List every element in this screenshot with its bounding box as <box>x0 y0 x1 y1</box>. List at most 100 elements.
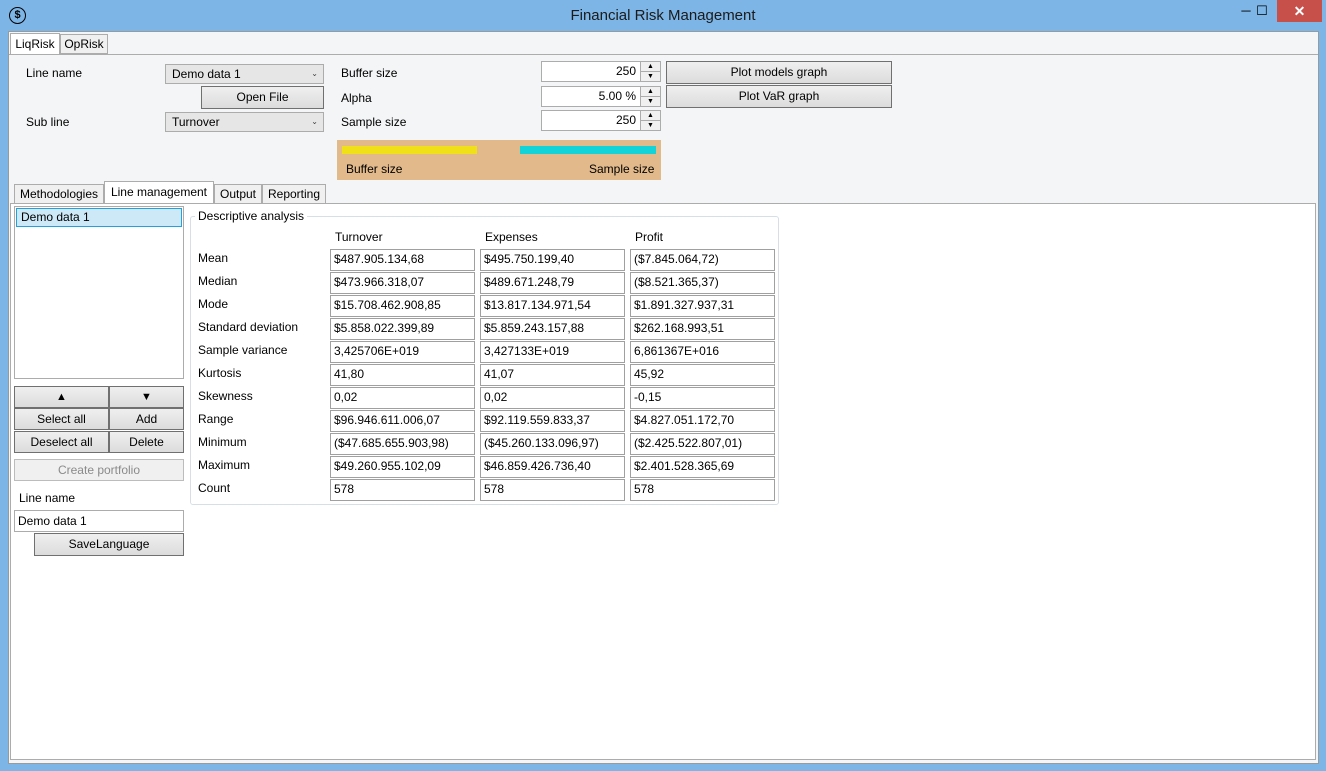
value-cell[interactable]: 41,07 <box>480 364 625 386</box>
row-label: Range <box>198 412 234 426</box>
value-cell[interactable]: 3,427133E+019 <box>480 341 625 363</box>
value-cell[interactable]: ($47.685.655.903,98) <box>330 433 475 455</box>
value-cell[interactable]: $4.827.051.172,70 <box>630 410 775 432</box>
value-cell[interactable]: ($2.425.522.807,01) <box>630 433 775 455</box>
line-listbox[interactable] <box>14 206 184 379</box>
value-cell[interactable]: 0,02 <box>330 387 475 409</box>
value-cell[interactable]: ($7.845.064,72) <box>630 249 775 271</box>
tab-line-management[interactable]: Line management <box>104 181 214 204</box>
buffer-size-label: Buffer size <box>341 66 398 80</box>
add-button[interactable]: Add <box>109 408 184 430</box>
save-language-button[interactable]: SaveLanguage <box>34 533 184 556</box>
buffer-size-spinner[interactable]: 250 ▲ ▼ <box>541 61 661 82</box>
list-item[interactable]: Demo data 1 <box>16 208 182 227</box>
plot-models-graph-button[interactable]: Plot models graph <box>666 61 892 84</box>
deselect-all-button[interactable]: Deselect all <box>14 431 109 453</box>
up-arrow-icon: ▲ <box>56 391 67 403</box>
sub-line-combo[interactable]: Turnover ⌄ <box>165 112 324 132</box>
value-cell[interactable]: $489.671.248,79 <box>480 272 625 294</box>
sample-size-bar <box>520 146 656 154</box>
down-arrow-icon[interactable]: ▼ <box>641 120 660 130</box>
value-cell[interactable]: $15.708.462.908,85 <box>330 295 475 317</box>
value-cell[interactable]: $2.401.528.365,69 <box>630 456 775 478</box>
sample-size-stepper[interactable]: ▲ ▼ <box>640 111 660 130</box>
value-cell[interactable]: 41,80 <box>330 364 475 386</box>
up-arrow-icon[interactable]: ▲ <box>641 62 660 72</box>
move-down-button[interactable]: ▼ <box>109 386 184 408</box>
alpha-label: Alpha <box>341 91 372 105</box>
row-label: Count <box>198 481 231 495</box>
sub-line-label: Sub line <box>26 115 70 129</box>
down-arrow-icon[interactable]: ▼ <box>641 71 660 81</box>
delete-button[interactable]: Delete <box>109 431 184 453</box>
tab-methodologies[interactable]: Methodologies <box>14 184 104 204</box>
window-title: Financial Risk Management <box>570 7 756 24</box>
up-arrow-icon[interactable]: ▲ <box>641 87 660 97</box>
value-cell[interactable]: $46.859.426.736,40 <box>480 456 625 478</box>
value-cell[interactable]: $495.750.199,40 <box>480 249 625 271</box>
value-cell[interactable]: $96.946.611.006,07 <box>330 410 475 432</box>
create-portfolio-button[interactable]: Create portfolio <box>14 459 184 481</box>
buffer-size-stepper[interactable]: ▲ ▼ <box>640 62 660 81</box>
chevron-down-icon: ⌄ <box>311 117 318 126</box>
value-cell[interactable]: $1.891.327.937,31 <box>630 295 775 317</box>
tab-output[interactable]: Output <box>214 184 262 204</box>
value-cell[interactable]: 578 <box>330 479 475 501</box>
down-arrow-icon: ▼ <box>141 391 152 403</box>
maximize-icon[interactable]: ☐ <box>1247 0 1277 22</box>
line-name-combo[interactable]: Demo data 1 ⌄ <box>165 64 324 84</box>
bar-sample-label: Sample size <box>589 162 655 176</box>
plot-var-graph-button[interactable]: Plot VaR graph <box>666 85 892 108</box>
sample-size-label: Sample size <box>341 115 407 129</box>
alpha-value: 5.00 % <box>598 89 636 103</box>
buffer-size-bar <box>342 146 477 154</box>
buffer-size-value: 250 <box>615 64 636 78</box>
row-label: Standard deviation <box>198 320 299 334</box>
column-header-expenses: Expenses <box>485 230 538 244</box>
select-all-button[interactable]: Select all <box>14 408 109 430</box>
value-cell[interactable]: 578 <box>630 479 775 501</box>
tab-oprisk[interactable]: OpRisk <box>60 34 108 54</box>
line-name-label: Line name <box>26 66 83 80</box>
sample-size-value: 250 <box>615 113 636 127</box>
move-up-button[interactable]: ▲ <box>14 386 109 408</box>
chevron-down-icon: ⌄ <box>311 69 318 78</box>
value-cell[interactable]: $473.966.318,07 <box>330 272 475 294</box>
value-cell[interactable]: $92.119.559.833,37 <box>480 410 625 432</box>
tab-reporting[interactable]: Reporting <box>262 184 326 204</box>
sub-line-combo-value: Turnover <box>172 115 220 129</box>
value-cell[interactable]: $5.859.243.157,88 <box>480 318 625 340</box>
row-label: Mode <box>198 297 229 311</box>
value-cell[interactable]: $5.858.022.399,89 <box>330 318 475 340</box>
column-header-profit: Profit <box>635 230 664 244</box>
row-label: Kurtosis <box>198 366 242 380</box>
value-cell[interactable]: ($45.260.133.096,97) <box>480 433 625 455</box>
up-arrow-icon[interactable]: ▲ <box>641 111 660 121</box>
value-cell[interactable]: $487.905.134,68 <box>330 249 475 271</box>
alpha-stepper[interactable]: ▲ ▼ <box>640 87 660 106</box>
row-label: Mean <box>198 251 229 265</box>
sample-size-spinner[interactable]: 250 ▲ ▼ <box>541 110 661 131</box>
bar-buffer-label: Buffer size <box>346 162 403 176</box>
line-name-field[interactable]: Demo data 1 <box>14 510 184 532</box>
value-cell[interactable]: ($8.521.365,37) <box>630 272 775 294</box>
line-name-combo-value: Demo data 1 <box>172 67 241 81</box>
value-cell[interactable]: $262.168.993,51 <box>630 318 775 340</box>
column-header-turnover: Turnover <box>335 230 383 244</box>
value-cell[interactable]: 3,425706E+019 <box>330 341 475 363</box>
down-arrow-icon[interactable]: ▼ <box>641 96 660 106</box>
value-cell[interactable]: 0,02 <box>480 387 625 409</box>
alpha-spinner[interactable]: 5.00 % ▲ ▼ <box>541 86 661 107</box>
value-cell[interactable]: $13.817.134.971,54 <box>480 295 625 317</box>
row-label: Median <box>198 274 238 288</box>
value-cell[interactable]: -0,15 <box>630 387 775 409</box>
value-cell[interactable]: 6,861367E+016 <box>630 341 775 363</box>
value-cell[interactable]: 578 <box>480 479 625 501</box>
row-label: Skewness <box>198 389 253 403</box>
value-cell[interactable]: 45,92 <box>630 364 775 386</box>
value-cell[interactable]: $49.260.955.102,09 <box>330 456 475 478</box>
tab-liqrisk[interactable]: LiqRisk <box>10 33 60 55</box>
tab-divider <box>9 54 1318 55</box>
close-icon[interactable]: ✕ <box>1277 0 1322 22</box>
open-file-button[interactable]: Open File <box>201 86 324 109</box>
